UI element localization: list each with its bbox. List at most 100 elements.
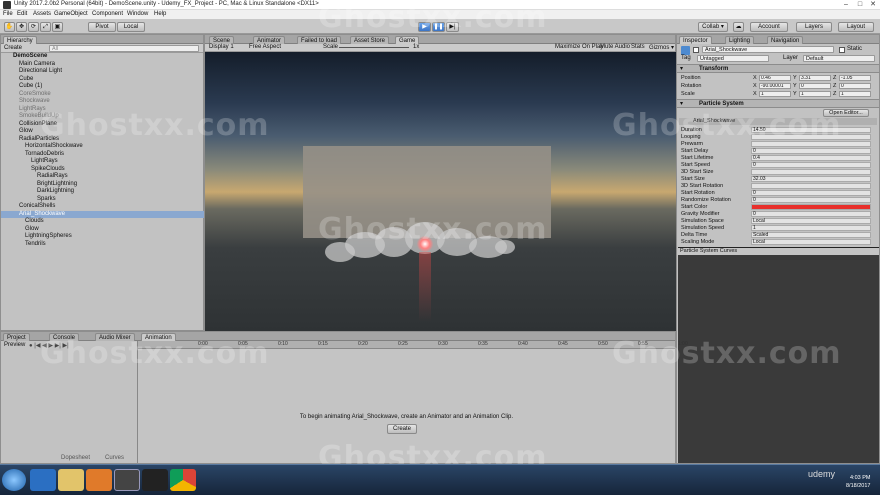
start-button-icon[interactable]	[2, 469, 26, 491]
unity-taskbar-icon[interactable]	[114, 469, 140, 491]
hierarchy-item[interactable]: SpikeClouds	[1, 166, 204, 173]
menu-help[interactable]: Help	[154, 11, 166, 17]
account-button[interactable]: Account	[750, 22, 788, 32]
transform-y-field[interactable]: 3.31	[799, 75, 831, 81]
tab-game[interactable]: Game	[395, 36, 420, 44]
stats-toggle[interactable]: Stats	[631, 44, 645, 50]
close-icon[interactable]: ✕	[867, 0, 879, 10]
tab-hierarchy[interactable]: Hierarchy	[3, 36, 37, 44]
particle-row-value[interactable]: Local	[751, 218, 871, 224]
create-button[interactable]: Create	[4, 45, 22, 51]
hierarchy-item[interactable]: TornadoDebris	[1, 151, 204, 158]
start-color-swatch[interactable]	[751, 204, 871, 210]
create-button[interactable]: Create	[387, 424, 417, 434]
folder-icon[interactable]	[58, 469, 84, 491]
transform-y-field[interactable]: 0	[799, 83, 831, 89]
game-viewport[interactable]	[205, 52, 677, 332]
rotate-tool-icon[interactable]: ⟳	[28, 22, 39, 32]
curves-tab[interactable]: Curves	[105, 455, 124, 461]
particle-row-value[interactable]: 1	[751, 225, 871, 231]
layer-dropdown[interactable]: Default	[803, 55, 875, 62]
object-name-input[interactable]: Arial_Shockwave	[702, 46, 834, 53]
particle-row-value[interactable]: 0	[751, 190, 871, 196]
particle-row-value[interactable]: 0	[751, 197, 871, 203]
hierarchy-item[interactable]: Tendrils	[1, 241, 204, 248]
particle-row-value[interactable]: 32.03	[751, 176, 871, 182]
chrome-icon[interactable]	[170, 469, 196, 491]
particle-row-value[interactable]: Local	[751, 239, 871, 245]
layout-button[interactable]: Layout	[838, 22, 874, 32]
tab-animator[interactable]: Animator	[253, 36, 286, 44]
collab-button[interactable]: Collab ▾	[698, 22, 728, 32]
hierarchy-item[interactable]: CoreSmoke	[1, 91, 204, 98]
tab-scene[interactable]: Scene	[209, 36, 235, 44]
pivot-button[interactable]: Pivot	[88, 22, 116, 32]
particle-row-value[interactable]: 0	[751, 148, 871, 154]
menu-gameobject[interactable]: GameObject	[54, 11, 88, 17]
preview-toggle[interactable]: Preview	[4, 342, 25, 348]
ie-icon[interactable]	[30, 469, 56, 491]
hand-tool-icon[interactable]: ✋	[4, 22, 15, 32]
menu-edit[interactable]: Edit	[17, 11, 27, 17]
hierarchy-item[interactable]: Shockwave	[1, 98, 204, 105]
transform-z-field[interactable]: 1	[839, 91, 871, 97]
hierarchy-item[interactable]: Cube	[1, 76, 204, 83]
transform-x-field[interactable]: 0.46	[759, 75, 791, 81]
transform-z-field[interactable]: 0	[839, 83, 871, 89]
hierarchy-item[interactable]: Main Camera	[1, 61, 204, 68]
maximize-on-play-toggle[interactable]: Maximize On Play	[555, 44, 603, 50]
hierarchy-item[interactable]: RadialRays	[1, 173, 204, 180]
hierarchy-item[interactable]: BrightLightning	[1, 181, 204, 188]
media-player-icon[interactable]	[86, 469, 112, 491]
maximize-icon[interactable]: □	[854, 0, 866, 10]
menu-file[interactable]: File	[3, 11, 13, 17]
tab-asset-store[interactable]: Asset Store	[350, 36, 390, 44]
hierarchy-item[interactable]: HorizontalShockwave	[1, 143, 204, 150]
hierarchy-item[interactable]: LightningSpheres	[1, 233, 204, 240]
hierarchy-item[interactable]: DemoScene	[1, 53, 204, 60]
active-checkbox[interactable]	[693, 47, 699, 53]
particle-row-value[interactable]: Scaled	[751, 232, 871, 238]
hierarchy-item[interactable]: ConicalShells	[1, 203, 204, 210]
tab-navigation[interactable]: Navigation	[767, 36, 804, 44]
transform-x-field[interactable]: -90.00001	[759, 83, 791, 89]
tab-lighting[interactable]: Lighting	[725, 36, 755, 44]
particle-row-value[interactable]: 0.4	[751, 155, 871, 161]
particle-system-header[interactable]: ▾ Particle System	[677, 99, 879, 108]
static-checkbox[interactable]	[839, 47, 845, 53]
particle-row-value[interactable]: 0	[751, 211, 871, 217]
minimize-icon[interactable]: –	[840, 0, 852, 10]
tab-project[interactable]: Project	[3, 333, 30, 341]
cloud-icon[interactable]: ☁	[733, 22, 744, 32]
particle-row-value[interactable]	[751, 169, 871, 175]
scale-slider[interactable]	[339, 47, 409, 48]
transform-header[interactable]: ▾ Transform	[677, 64, 879, 73]
tab-failed-to-load[interactable]: Failed to load	[297, 36, 342, 44]
hierarchy-search-input[interactable]: All	[49, 45, 199, 52]
layers-button[interactable]: Layers	[796, 22, 832, 32]
obs-icon[interactable]	[142, 469, 168, 491]
transform-z-field[interactable]: -1.05	[839, 75, 871, 81]
dopesheet-tab[interactable]: Dopesheet	[61, 455, 90, 461]
scale-tool-icon[interactable]: ⤢	[40, 22, 51, 32]
particle-row-value[interactable]	[751, 183, 871, 189]
transform-y-field[interactable]: 1	[799, 91, 831, 97]
aspect-dropdown[interactable]: Free Aspect	[249, 44, 281, 50]
display-dropdown[interactable]: Display 1	[209, 44, 234, 50]
transform-x-field[interactable]: 1	[759, 91, 791, 97]
menu-assets[interactable]: Assets	[33, 11, 51, 17]
particle-row-value[interactable]: 0	[751, 162, 871, 168]
menu-component[interactable]: Component	[92, 11, 123, 17]
hierarchy-item[interactable]: Glow	[1, 226, 204, 233]
rect-tool-icon[interactable]: ▣	[52, 22, 63, 32]
tag-dropdown[interactable]: Untagged	[697, 55, 769, 62]
hierarchy-item[interactable]: Cube (1)	[1, 83, 204, 90]
tab-inspector[interactable]: Inspector	[679, 36, 712, 44]
hierarchy-item[interactable]: Arial_Shockwave	[1, 210, 204, 218]
menu-window[interactable]: Window	[127, 11, 148, 17]
gizmos-dropdown[interactable]: Gizmos ▾	[649, 44, 674, 51]
hierarchy-item[interactable]: Clouds	[1, 218, 204, 225]
move-tool-icon[interactable]: ✥	[16, 22, 27, 32]
hierarchy-item[interactable]: Directional Light	[1, 68, 204, 75]
local-button[interactable]: Local	[117, 22, 145, 32]
